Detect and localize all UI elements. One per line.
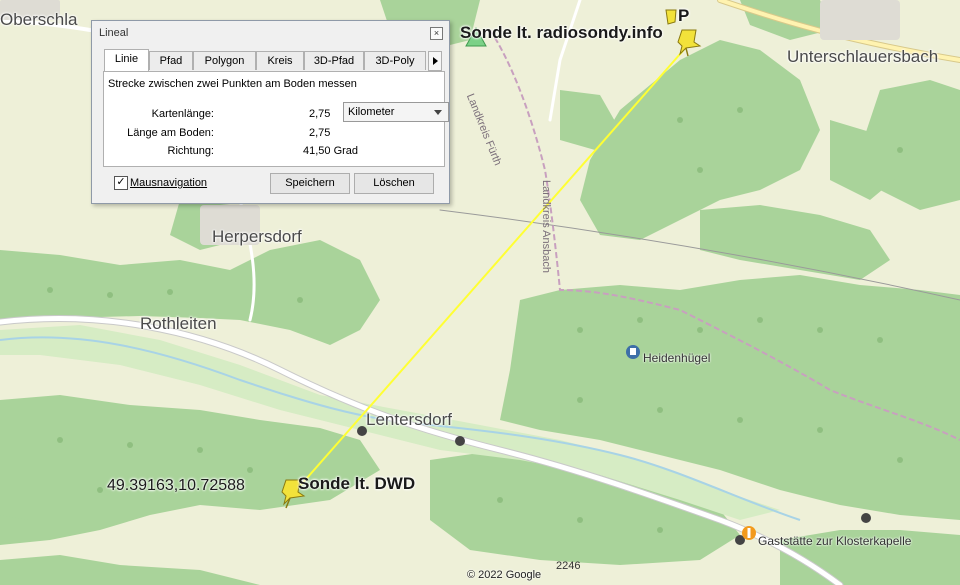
label-coordinates: 49.39163,10.72588 (107, 477, 245, 494)
label-road-number: 2246 (556, 560, 581, 572)
place-oberschlauersbach: Oberschla (0, 10, 78, 29)
tab-scroll-right-icon[interactable] (428, 51, 442, 71)
label-landkreis-ansbach: Landkreis Ansbach (540, 180, 552, 273)
mouse-navigation-checkbox[interactable]: ✓ (114, 176, 128, 190)
direction-value: 41,50 Grad (303, 145, 359, 157)
map-length-value: 2,75 (309, 108, 331, 120)
place-lentersdorf: Lentersdorf (366, 410, 452, 429)
save-button[interactable]: Speichern (270, 173, 350, 194)
dialog-title: Lineal (99, 27, 129, 39)
bus-stop-icon (455, 436, 465, 446)
direction-label: Richtung: (167, 145, 214, 157)
delete-button[interactable]: Löschen (354, 173, 434, 194)
tab-pfad[interactable]: Pfad (149, 51, 193, 70)
close-icon[interactable]: × (430, 27, 443, 40)
label-sonde-radiosondy: Sonde lt. radiosondy.info (460, 23, 663, 42)
place-unterschlauersbach: Unterschlauersbach (787, 47, 939, 66)
tab-polygon[interactable]: Polygon (193, 51, 256, 70)
tab-3d-polygon[interactable]: 3D-Poly (364, 51, 426, 70)
pin-flag-icon (665, 9, 677, 25)
ground-length-value: 2,75 (309, 127, 331, 139)
tab-panel-linie: Strecke zwischen zwei Punkten am Boden m… (103, 71, 449, 167)
tab-linie[interactable]: Linie (104, 49, 149, 71)
restaurant-icon[interactable] (742, 526, 756, 540)
tab-kreis[interactable]: Kreis (256, 51, 304, 70)
ground-length-label: Länge am Boden: (127, 127, 214, 139)
place-herpersdorf: Herpersdorf (212, 227, 302, 246)
label-sonde-dwd: Sonde lt. DWD (298, 474, 416, 493)
ruler-dialog: Lineal × Linie Pfad Polygon Kreis 3D-Pfa… (91, 20, 450, 204)
label-sonde-radiosondy-suffix: P (678, 6, 690, 25)
unit-select[interactable]: Kilometer (343, 102, 449, 122)
monument-icon[interactable] (626, 345, 640, 359)
map-copyright: © 2022 Google (467, 569, 542, 581)
tab-bar: Linie Pfad Polygon Kreis 3D-Pfad 3D-Poly (104, 49, 434, 71)
mouse-navigation-label[interactable]: Mausnavigation (130, 177, 207, 189)
label-heidenhuegel: Heidenhügel (643, 351, 711, 365)
tab-3d-pfad[interactable]: 3D-Pfad (304, 51, 364, 70)
unit-select-value: Kilometer (348, 106, 395, 118)
description-text: Strecke zwischen zwei Punkten am Boden m… (108, 78, 357, 90)
label-gaststaette: Gaststätte zur Klosterkapelle (758, 534, 912, 548)
bus-stop-icon (861, 513, 871, 523)
place-rothleiten: Rothleiten (140, 314, 217, 333)
map-length-label: Kartenlänge: (151, 108, 214, 120)
